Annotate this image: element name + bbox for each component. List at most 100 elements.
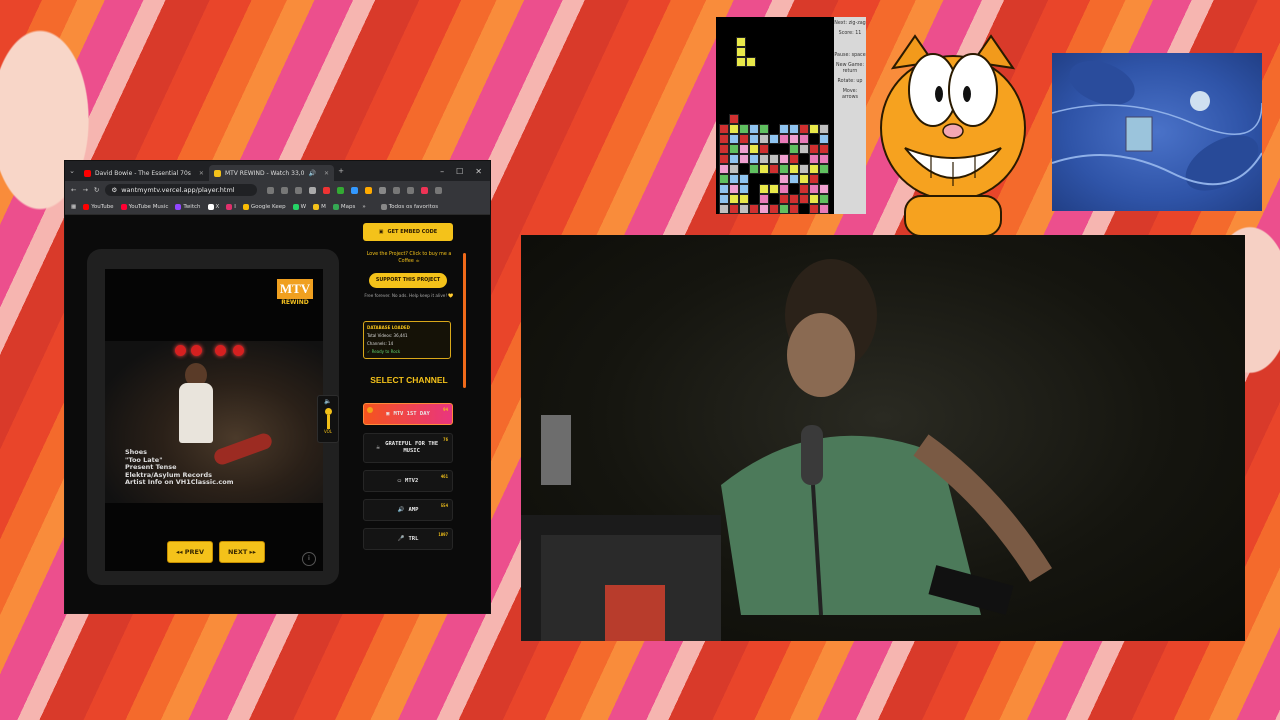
sidebar-scrollbar[interactable] <box>463 253 466 388</box>
channel-mtv-1st-day[interactable]: ▣ MTV 1ST DAY 94 <box>363 403 453 425</box>
support-button[interactable]: SUPPORT THIS PROJECT <box>369 273 447 288</box>
channel-label: MTV2 <box>405 477 419 484</box>
tetris-block <box>789 204 799 214</box>
extension-green-icon[interactable] <box>337 186 345 194</box>
tetris-block <box>749 204 759 214</box>
status-channels: Channels: 14 <box>367 341 394 346</box>
profile-icon[interactable] <box>421 186 429 194</box>
volume-slider[interactable]: 🔈 VOL <box>317 395 339 443</box>
close-window-button[interactable]: ✕ <box>475 167 482 176</box>
volume-track[interactable] <box>326 415 330 429</box>
speaker-icon: 🔊 <box>397 506 405 513</box>
tetris-block <box>739 144 749 154</box>
bookmark-twitch[interactable]: Twitch <box>175 203 201 210</box>
bookmark-google-keep[interactable]: Google Keep <box>242 203 286 210</box>
tetris-block <box>759 124 769 134</box>
new-tab-button[interactable]: + <box>334 167 348 175</box>
bookmark-maps[interactable]: Maps <box>332 203 355 210</box>
tetris-block <box>789 164 799 174</box>
tetris-block <box>789 154 799 164</box>
tetris-block <box>759 164 769 174</box>
bookmark-label: YouTube Music <box>128 203 169 210</box>
apps-icon[interactable]: ▦ <box>71 204 76 210</box>
bookmark-m[interactable]: M <box>313 203 326 210</box>
m-icon <box>313 203 320 210</box>
extension-blue-icon[interactable] <box>351 186 359 194</box>
bookmark-label: Twitch <box>183 203 201 210</box>
tetris-block <box>789 134 799 144</box>
tab-search-icon[interactable]: ⌄ <box>65 167 79 175</box>
bookmark-label: Google Keep <box>250 203 286 210</box>
tetris-block <box>729 134 739 144</box>
close-tab-icon[interactable]: ✕ <box>199 170 204 177</box>
tab-mtv-rewind[interactable]: MTV REWIND - Watch 33,0 🔊 ✕ <box>208 165 335 181</box>
get-embed-code-button[interactable]: ▣ GET EMBED CODE <box>363 223 453 241</box>
forward-icon[interactable]: → <box>82 186 87 194</box>
tetris-block <box>809 154 819 164</box>
falling-piece-block <box>736 47 746 57</box>
tetris-block <box>769 184 779 194</box>
minimize-button[interactable]: – <box>440 167 444 176</box>
prev-button[interactable]: ◂◂ PREV <box>167 541 213 563</box>
tetris-block <box>729 144 739 154</box>
maximize-button[interactable]: ☐ <box>456 167 463 176</box>
instagram-icon <box>226 203 233 210</box>
tetris-block <box>799 164 809 174</box>
status-title: DATABASE LOADED <box>367 325 410 330</box>
tetris-block <box>819 204 829 214</box>
address-field[interactable]: ⚙ wantmymtv.vercel.app/player.html <box>105 184 258 196</box>
video-screen[interactable]: MTV REWIND Shoes "Too Late" Present Tens… <box>105 269 323 571</box>
microphone-icon: 🎤 <box>397 535 405 542</box>
tetris-block <box>809 184 819 194</box>
youtube-icon <box>84 169 91 177</box>
extension-red-icon[interactable] <box>323 186 331 194</box>
tetris-block <box>729 124 739 134</box>
close-tab-icon[interactable]: ✕ <box>324 170 329 177</box>
channel-amp[interactable]: 🔊 AMP 554 <box>363 499 453 521</box>
bookmark-instagram[interactable]: I <box>226 203 236 210</box>
menu-icon[interactable] <box>435 186 443 194</box>
install-icon[interactable] <box>267 186 275 194</box>
bookmark-label: X <box>215 203 220 210</box>
media-icon[interactable] <box>393 186 401 194</box>
tetris-board[interactable] <box>716 17 834 214</box>
bookmark-youtube-music[interactable]: YouTube Music <box>120 203 169 210</box>
garfield-image <box>875 28 1031 237</box>
tetris-block <box>729 154 739 164</box>
channel-trl[interactable]: 🎤 TRL 1097 <box>363 528 453 550</box>
tetris-block <box>759 134 769 144</box>
all-bookmarks[interactable]: Todos os favoritos <box>380 203 439 210</box>
back-icon[interactable]: ← <box>71 186 76 194</box>
tetris-block <box>819 184 829 194</box>
site-info-icon[interactable]: ⚙ <box>111 186 117 194</box>
bookmark-label: Todos os favoritos <box>388 203 439 210</box>
info-button[interactable]: i <box>302 552 316 566</box>
bookmark-whatsapp[interactable]: W <box>292 203 306 210</box>
reload-icon[interactable]: ↻ <box>94 186 99 194</box>
mtv-icon <box>213 169 221 177</box>
bookmarks-overflow[interactable]: » <box>362 204 365 210</box>
bookmark-x[interactable]: X <box>207 203 220 210</box>
tetris-block <box>819 124 829 134</box>
tetris-new-game-hint: New Game: return <box>836 63 864 74</box>
extensions-icon[interactable] <box>379 186 387 194</box>
channel-grateful[interactable]: ☠ GRATEFUL FOR THE MUSIC 76 <box>363 433 453 463</box>
volume-knob[interactable] <box>324 408 332 415</box>
tetris-block <box>799 194 809 204</box>
bookmark-youtube[interactable]: YouTube <box>83 203 114 210</box>
tetris-block <box>729 114 739 124</box>
star-icon[interactable] <box>309 186 317 194</box>
sidebar-icon[interactable] <box>407 186 415 194</box>
zoom-icon[interactable] <box>281 186 289 194</box>
music-video[interactable]: Shoes "Too Late" Present Tense Elektra/A… <box>105 341 323 503</box>
tetris-block <box>749 164 759 174</box>
hide-icon[interactable] <box>295 186 303 194</box>
audio-icon[interactable]: 🔊 <box>309 170 316 177</box>
tetris-block <box>799 124 809 134</box>
tetris-move-hint: Move: arrows <box>841 89 859 100</box>
channel-mtv2[interactable]: ▭ MTV2 461 <box>363 470 453 492</box>
extension-orange-icon[interactable] <box>365 186 373 194</box>
tab-bowie[interactable]: David Bowie - The Essential 70s ✕ <box>79 165 209 181</box>
credit-info: Artist Info on VH1Classic.com <box>125 478 234 486</box>
next-button[interactable]: NEXT ▸▸ <box>219 541 265 563</box>
